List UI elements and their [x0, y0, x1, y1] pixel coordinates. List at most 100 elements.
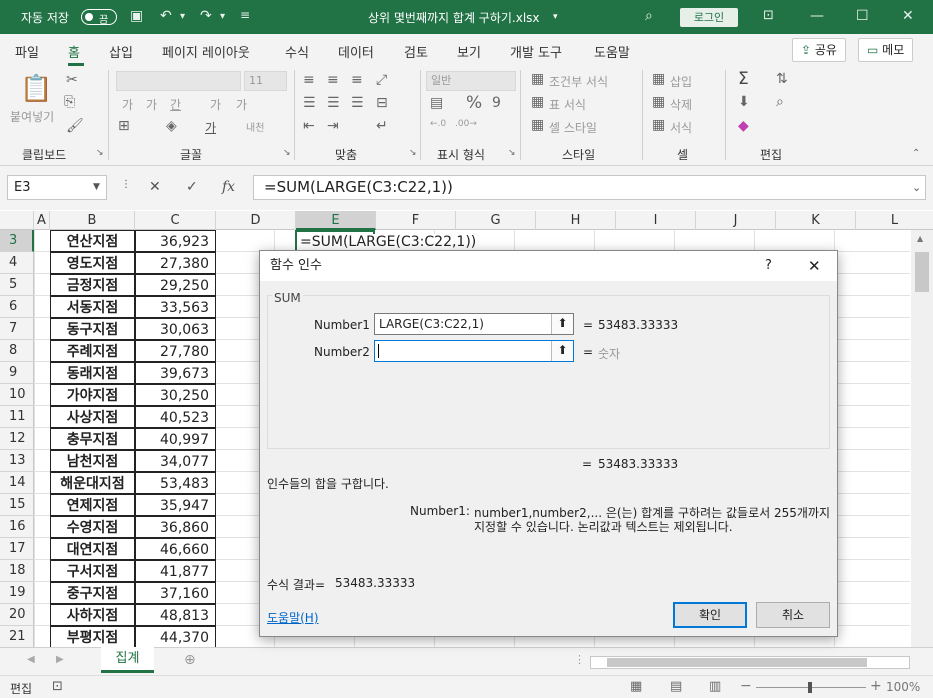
table-cell-name[interactable]: 금정지점 — [50, 274, 135, 296]
number-format-combo[interactable]: 일반 — [426, 71, 516, 91]
tab-review[interactable]: 검토 — [404, 42, 428, 61]
number-launcher-icon[interactable]: ↘ — [508, 148, 516, 158]
table-cell-name[interactable]: 사하지점 — [50, 604, 135, 626]
memo-button[interactable]: ▭ 메모 — [858, 38, 914, 62]
table-cell-name[interactable]: 연제지점 — [50, 494, 135, 516]
table-cell-name[interactable]: 주례지점 — [50, 340, 135, 362]
borders-icon[interactable]: ⊞ — [118, 118, 130, 134]
special-char-icon[interactable]: 가 — [236, 96, 247, 113]
save-icon[interactable]: ▣ — [130, 8, 143, 24]
font-name-combo[interactable] — [116, 71, 241, 91]
grow-font-icon[interactable]: 가 — [122, 96, 133, 113]
merge-center-icon[interactable]: ⊟ — [376, 95, 388, 111]
tab-page-layout[interactable]: 페이지 레이아웃 — [162, 42, 250, 61]
tab-data[interactable]: 데이터 — [338, 42, 374, 61]
format-table-icon[interactable]: ▦ — [531, 94, 544, 110]
minimize-icon[interactable]: — — [810, 8, 824, 24]
tab-home[interactable]: 홈 — [68, 42, 80, 61]
table-cell-value[interactable]: 36,860 — [135, 516, 216, 538]
add-sheet-icon[interactable]: ⊕ — [184, 652, 196, 668]
format-cells-icon[interactable]: ▦ — [652, 117, 665, 133]
table-cell-name[interactable]: 구서지점 — [50, 560, 135, 582]
page-layout-view-icon[interactable]: ▤ — [670, 679, 682, 694]
alignment-launcher-icon[interactable]: ↘ — [409, 148, 417, 158]
table-cell-value[interactable]: 36,923 — [135, 230, 216, 252]
select-all-corner[interactable] — [0, 211, 34, 230]
customize-qat-icon[interactable]: ≡ — [240, 8, 250, 22]
tab-formulas[interactable]: 수식 — [285, 42, 309, 61]
increase-decimal-icon[interactable]: ←.0 — [430, 119, 446, 129]
clipboard-launcher-icon[interactable]: ↘ — [96, 148, 104, 158]
dialog-close-icon[interactable]: ✕ — [808, 251, 821, 281]
horizontal-scrollbar[interactable] — [590, 656, 910, 669]
table-cell-value[interactable]: 29,250 — [135, 274, 216, 296]
align-right-icon[interactable]: ☰ — [351, 95, 364, 111]
table-cell-name[interactable]: 남천지점 — [50, 450, 135, 472]
tab-developer[interactable]: 개발 도구 — [510, 42, 562, 61]
insert-cells-label[interactable]: 삽입 — [670, 73, 692, 90]
font-launcher-icon[interactable]: ↘ — [283, 148, 291, 158]
normal-view-icon[interactable]: ▦ — [630, 679, 642, 694]
autosum-icon[interactable]: Σ — [738, 69, 749, 89]
table-cell-name[interactable]: 대연지점 — [50, 538, 135, 560]
format-painter-icon[interactable]: 🖌 — [66, 118, 84, 134]
row-header[interactable]: 5 — [0, 274, 34, 296]
format-cells-label[interactable]: 서식 — [670, 119, 692, 136]
table-cell-name[interactable]: 영도지점 — [50, 252, 135, 274]
table-cell-value[interactable]: 27,380 — [135, 252, 216, 274]
scroll-thumb[interactable] — [915, 252, 929, 292]
table-cell-value[interactable]: 27,780 — [135, 340, 216, 362]
fill-color-icon[interactable]: ◈ — [166, 118, 177, 134]
format-table-label[interactable]: 표 서식 — [549, 96, 586, 113]
row-header[interactable]: 10 — [0, 384, 34, 406]
zoom-in-icon[interactable]: + — [870, 678, 882, 694]
table-cell-value[interactable]: 53,483 — [135, 472, 216, 494]
comma-icon[interactable]: 9 — [492, 95, 501, 111]
column-header-d[interactable]: D — [216, 211, 296, 230]
dialog-help-button[interactable]: ? — [765, 251, 772, 281]
phonetic-icon[interactable]: 간 — [170, 96, 181, 113]
table-cell-name[interactable]: 서동지점 — [50, 296, 135, 318]
align-left-icon[interactable]: ☰ — [303, 95, 316, 111]
row-header[interactable]: 7 — [0, 318, 34, 340]
table-cell-name[interactable]: 가야지점 — [50, 384, 135, 406]
arg2-input[interactable]: ⬆ — [374, 340, 574, 362]
tab-help[interactable]: 도움말 — [594, 42, 630, 61]
confirm-entry-icon[interactable]: ✓ — [186, 179, 198, 195]
row-header[interactable]: 8 — [0, 340, 34, 362]
cancel-button[interactable]: 취소 — [756, 602, 830, 628]
top-align-icon[interactable]: ≡ — [303, 72, 315, 88]
delete-cells-icon[interactable]: ▦ — [652, 94, 665, 110]
font-color-icon[interactable]: 가 — [205, 119, 216, 136]
row-header[interactable]: 14 — [0, 472, 34, 494]
table-cell-name[interactable]: 중구지점 — [50, 582, 135, 604]
table-cell-name[interactable]: 수영지점 — [50, 516, 135, 538]
row-header[interactable]: 19 — [0, 582, 34, 604]
search-icon[interactable]: ⌕ — [645, 8, 653, 24]
font-size-combo[interactable]: 11 — [244, 71, 287, 91]
clear-icon[interactable]: ◆ — [738, 118, 749, 134]
arg1-input[interactable]: LARGE(C3:C22,1) ⬆ — [374, 313, 574, 335]
page-break-view-icon[interactable]: ▥ — [709, 679, 721, 694]
tab-file[interactable]: 파일 — [15, 42, 39, 61]
scroll-up-icon[interactable]: ▲ — [917, 234, 923, 243]
table-cell-value[interactable]: 33,563 — [135, 296, 216, 318]
paste-label[interactable]: 붙여넣기 — [10, 108, 54, 125]
zoom-slider-thumb[interactable] — [808, 682, 812, 693]
row-header[interactable]: 3 — [0, 230, 34, 252]
collapse-dialog-icon[interactable]: ⬆ — [551, 314, 573, 334]
decrease-decimal-icon[interactable]: .00→ — [455, 119, 477, 129]
redo-dropdown-icon[interactable]: ▾ — [220, 11, 225, 22]
zoom-out-icon[interactable]: − — [740, 678, 752, 694]
increase-indent-icon[interactable]: ⇥ — [327, 118, 339, 134]
ribbon-display-icon[interactable]: ⊡ — [763, 8, 774, 23]
title-dropdown-icon[interactable]: ▾ — [553, 12, 558, 22]
table-cell-name[interactable]: 부평지점 — [50, 626, 135, 648]
table-cell-value[interactable]: 40,523 — [135, 406, 216, 428]
name-box-dropdown-icon[interactable]: ▼ — [93, 182, 100, 192]
maximize-icon[interactable]: ☐ — [856, 8, 869, 24]
collapse-dialog-icon[interactable]: ⬆ — [551, 341, 573, 361]
row-header[interactable]: 15 — [0, 494, 34, 516]
paste-icon[interactable]: 📋 — [20, 74, 52, 104]
align-center-icon[interactable]: ☰ — [327, 95, 340, 111]
